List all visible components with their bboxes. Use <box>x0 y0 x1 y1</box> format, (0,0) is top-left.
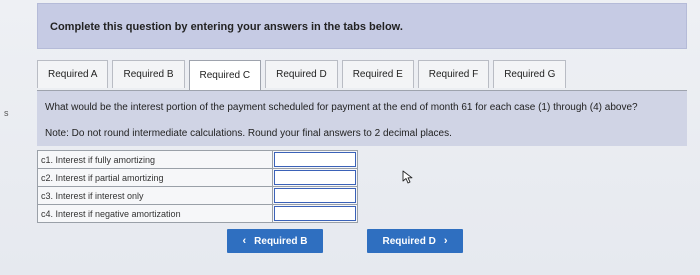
next-button-label: Required D <box>382 235 436 247</box>
side-marker: s <box>4 108 9 118</box>
answer-input-c4[interactable] <box>274 206 356 221</box>
tab-required-d[interactable]: Required D <box>265 60 338 88</box>
answer-input-c3[interactable] <box>274 188 356 203</box>
chevron-right-icon: › <box>443 235 448 247</box>
tab-required-g[interactable]: Required G <box>493 60 567 88</box>
table-row: c1. Interest if fully amortizing <box>37 150 358 169</box>
row-label-c3: c3. Interest if interest only <box>37 186 273 205</box>
table-row: c3. Interest if interest only <box>37 186 358 205</box>
question-text: What would be the interest portion of th… <box>45 102 638 113</box>
tab-required-f[interactable]: Required F <box>417 60 490 88</box>
input-cell-c1 <box>272 150 358 169</box>
instruction-text: Complete this question by entering your … <box>50 21 403 33</box>
tab-bar: Required A Required B Required C Require… <box>37 60 567 90</box>
input-cell-c4 <box>272 204 358 223</box>
table-row: c4. Interest if negative amortization <box>37 204 358 223</box>
tab-required-a[interactable]: Required A <box>37 60 109 88</box>
instruction-banner: Complete this question by entering your … <box>37 3 687 49</box>
tab-required-c[interactable]: Required C <box>188 60 262 90</box>
prev-button-label: Required B <box>254 235 308 247</box>
tab-required-e[interactable]: Required E <box>341 60 414 88</box>
tab-required-b[interactable]: Required B <box>112 60 185 88</box>
answer-input-c1[interactable] <box>274 152 356 167</box>
answer-table: c1. Interest if fully amortizing c2. Int… <box>37 150 358 223</box>
input-cell-c2 <box>272 168 358 187</box>
question-box: What would be the interest portion of th… <box>37 90 687 146</box>
row-label-c2: c2. Interest if partial amortizing <box>37 168 273 187</box>
row-label-c4: c4. Interest if negative amortization <box>37 204 273 223</box>
answer-input-c2[interactable] <box>274 170 356 185</box>
prev-required-button[interactable]: ‹ Required B <box>227 229 323 253</box>
table-row: c2. Interest if partial amortizing <box>37 168 358 187</box>
row-label-c1: c1. Interest if fully amortizing <box>37 150 273 169</box>
next-required-button[interactable]: Required D › <box>367 229 463 253</box>
assignment-page: s Complete this question by entering you… <box>0 0 700 275</box>
note-text: Note: Do not round intermediate calculat… <box>45 128 452 139</box>
mouse-pointer-icon <box>402 170 413 184</box>
chevron-left-icon: ‹ <box>242 235 247 247</box>
input-cell-c3 <box>272 186 358 205</box>
